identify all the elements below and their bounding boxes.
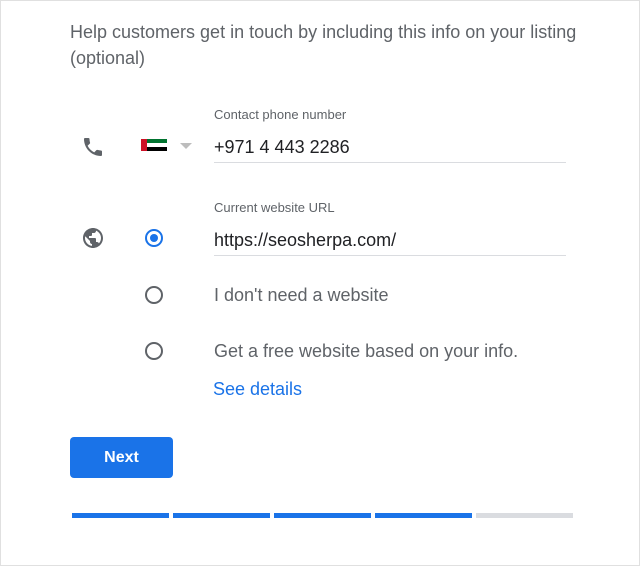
progress-segment [375, 513, 472, 518]
no-website-radio[interactable] [145, 286, 163, 304]
website-url-input[interactable] [214, 225, 566, 256]
progress-segment [173, 513, 270, 518]
phone-label: Contact phone number [214, 107, 347, 122]
country-dropdown-arrow-icon[interactable] [180, 143, 192, 149]
free-website-label[interactable]: Get a free website based on your info. [214, 341, 518, 362]
no-website-label[interactable]: I don't need a website [214, 285, 389, 306]
progress-indicator [72, 513, 573, 518]
intro-text: Help customers get in touch by including… [70, 22, 577, 68]
website-url-radio[interactable] [145, 229, 163, 247]
globe-icon [83, 228, 103, 248]
free-website-radio[interactable] [145, 342, 163, 360]
progress-segment [476, 513, 573, 518]
progress-segment [72, 513, 169, 518]
phone-input[interactable] [214, 132, 566, 163]
next-button[interactable]: Next [70, 437, 173, 478]
see-details-link[interactable]: See details [213, 379, 302, 400]
uae-flag-icon[interactable] [141, 139, 167, 151]
website-label: Current website URL [214, 200, 335, 215]
phone-icon [84, 138, 102, 156]
progress-segment [274, 513, 371, 518]
form-card: Help customers get in touch by including… [0, 0, 640, 566]
